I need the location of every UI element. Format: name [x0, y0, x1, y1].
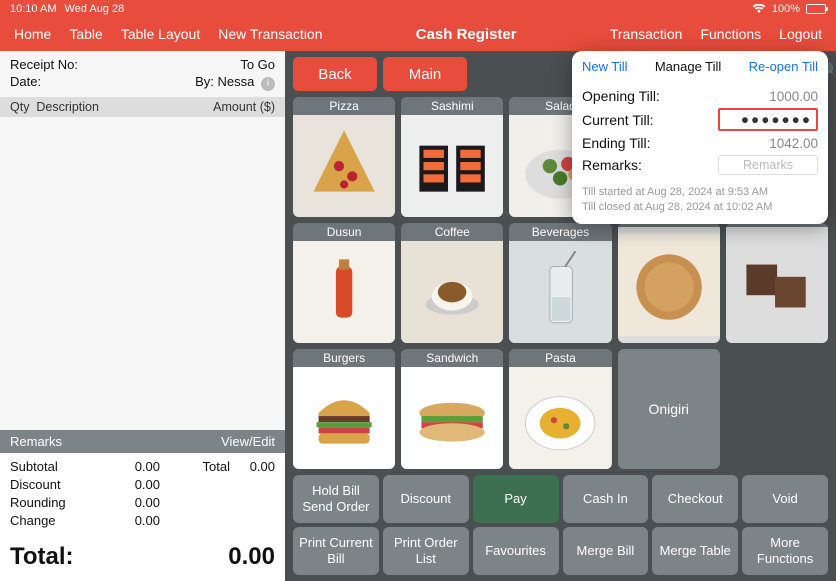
tab-manage-till[interactable]: Manage Till: [655, 59, 721, 74]
main-button[interactable]: Main: [383, 57, 467, 91]
current-till-value[interactable]: ●●●●●●●: [718, 108, 818, 131]
nav-transaction[interactable]: Transaction: [610, 26, 683, 42]
product-brownies[interactable]: [726, 223, 828, 343]
product-pizza[interactable]: Pizza: [293, 97, 395, 217]
product-sourdough[interactable]: [618, 223, 720, 343]
ending-till-label: Ending Till:: [582, 135, 650, 151]
hold-bill-button[interactable]: Hold Bill Send Order: [293, 475, 379, 523]
status-time: 10:10 AM: [10, 3, 56, 15]
date-label: Date:: [10, 74, 41, 91]
ending-till-value: 1042.00: [718, 136, 818, 151]
till-started-text: Till started at Aug 28, 2024 at 9:53 AM: [582, 185, 818, 200]
action-bar: Hold Bill Send Order Discount Pay Cash I…: [293, 475, 828, 575]
product-coffee[interactable]: Coffee: [401, 223, 503, 343]
cash-in-button[interactable]: Cash In: [563, 475, 649, 523]
product-sashimi[interactable]: Sashimi: [401, 97, 503, 217]
product-dusun[interactable]: Dusun: [293, 223, 395, 343]
product-onigiri[interactable]: Onigiri: [618, 349, 720, 469]
pay-button[interactable]: Pay: [473, 475, 559, 523]
back-button[interactable]: Back: [293, 57, 377, 91]
info-icon[interactable]: i: [261, 77, 275, 91]
nav-table-layout[interactable]: Table Layout: [121, 26, 200, 42]
nav-home[interactable]: Home: [14, 26, 51, 42]
nav-new-transaction[interactable]: New Transaction: [218, 26, 322, 42]
products-area: Back Main 🔍 Pizza Sashimi Salad: [285, 51, 836, 581]
grand-total: Total: 0.00: [0, 537, 285, 581]
receipt-body: [0, 117, 285, 431]
tab-new-till[interactable]: New Till: [582, 59, 628, 74]
checkout-button[interactable]: Checkout: [652, 475, 738, 523]
remarks-bar[interactable]: Remarks View/Edit: [0, 430, 285, 453]
void-button[interactable]: Void: [742, 475, 828, 523]
discount-button[interactable]: Discount: [383, 475, 469, 523]
nav-bar: Home Table Table Layout New Transaction …: [0, 17, 836, 51]
status-date: Wed Aug 28: [64, 3, 124, 15]
remarks-till-label: Remarks:: [582, 157, 642, 173]
page-title: Cash Register: [323, 26, 610, 43]
remarks-label: Remarks: [10, 434, 62, 449]
order-type: To Go: [240, 57, 275, 72]
till-popover: New Till Manage Till Re-open Till Openin…: [572, 51, 828, 224]
receipt-no-label: Receipt No:: [10, 57, 78, 72]
view-edit[interactable]: View/Edit: [221, 434, 275, 449]
current-till-label: Current Till:: [582, 112, 654, 128]
product-sandwich[interactable]: Sandwich: [401, 349, 503, 469]
battery-percent: 100%: [772, 3, 800, 15]
nav-logout[interactable]: Logout: [779, 26, 822, 42]
opening-till-label: Opening Till:: [582, 88, 660, 104]
till-closed-text: Till closed at Aug 28, 2024 at 10:02 AM: [582, 200, 818, 215]
battery-icon: [806, 4, 826, 14]
by-value: By: Nessa i: [195, 74, 275, 91]
merge-bill-button[interactable]: Merge Bill: [563, 527, 649, 575]
print-current-bill-button[interactable]: Print Current Bill: [293, 527, 379, 575]
nav-table[interactable]: Table: [69, 26, 102, 42]
product-beverages[interactable]: Beverages: [509, 223, 611, 343]
product-pasta[interactable]: Pasta: [509, 349, 611, 469]
wifi-icon: [752, 4, 766, 14]
status-bar: 10:10 AM Wed Aug 28 100%: [0, 0, 836, 17]
remarks-input[interactable]: Remarks: [718, 155, 818, 175]
totals: Subtotal0.00Total0.00 Discount0.00 Round…: [0, 453, 285, 537]
opening-till-value: 1000.00: [718, 89, 818, 104]
receipt-panel: Receipt No: To Go Date: By: Nessa i Qty …: [0, 51, 285, 581]
nav-functions[interactable]: Functions: [700, 26, 761, 42]
tab-reopen-till[interactable]: Re-open Till: [749, 59, 818, 74]
merge-table-button[interactable]: Merge Table: [652, 527, 738, 575]
more-functions-button[interactable]: More Functions: [742, 527, 828, 575]
receipt-headers: Qty Description Amount ($): [0, 97, 285, 117]
print-order-list-button[interactable]: Print Order List: [383, 527, 469, 575]
favourites-button[interactable]: Favourites: [473, 527, 559, 575]
product-burgers[interactable]: Burgers: [293, 349, 395, 469]
